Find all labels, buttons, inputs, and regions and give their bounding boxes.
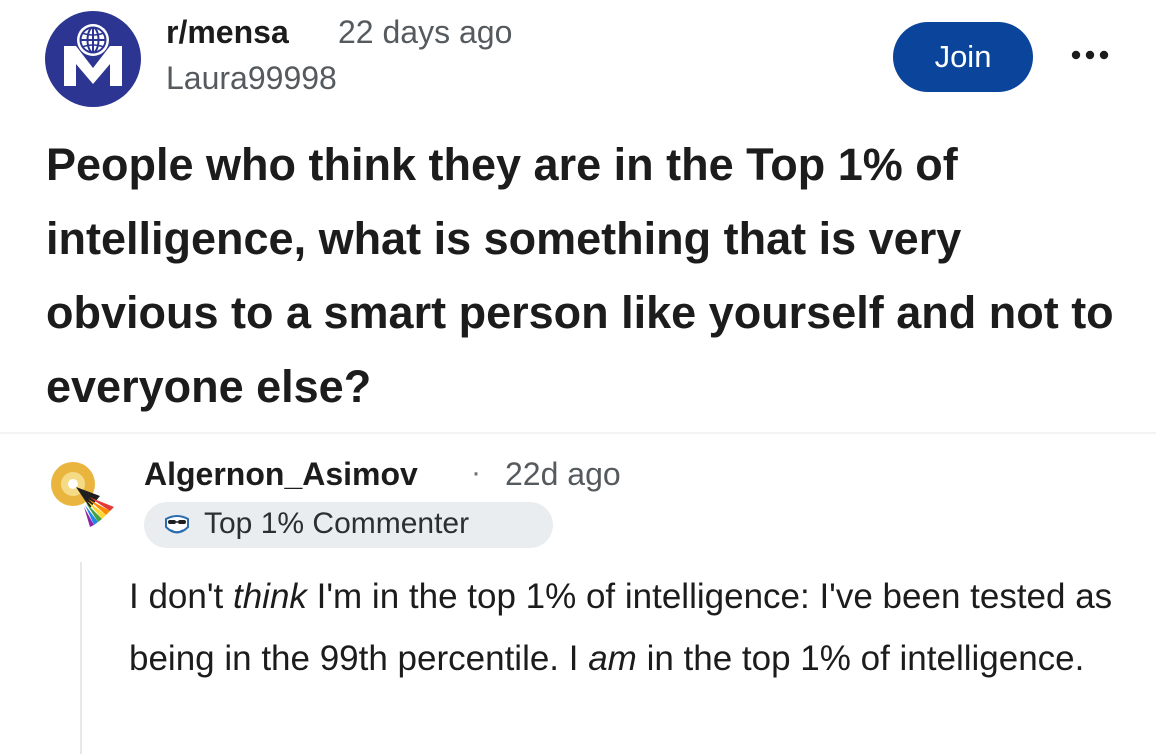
flair-label: Top 1% Commenter [204,507,470,540]
commenter-avatar[interactable] [44,452,122,530]
post-author[interactable]: Laura99998 [166,60,337,97]
top-commenter-badge-icon [162,511,192,539]
join-button[interactable]: Join [893,22,1033,92]
comment-text: in the top 1% of intelligence. [636,639,1085,678]
post-header: r/mensa 22 days ago Laura99998 Join [0,0,1156,120]
comment-emphasis: am [588,639,637,678]
post-time: 22 days ago [338,14,513,50]
comment-emphasis: think [232,577,307,616]
divider [0,432,1156,434]
comment-body: I don't think I'm in the top 1% of intel… [129,566,1129,690]
commenter-username[interactable]: Algernon_Asimov [144,456,418,493]
post-title[interactable]: People who think they are in the Top 1% … [46,128,1136,424]
thread-line[interactable] [80,562,82,754]
more-horizontal-icon [1071,50,1109,60]
mensa-logo-icon[interactable] [44,10,142,108]
more-options-button[interactable] [1060,30,1120,80]
meta-separator: · [471,456,481,489]
comment-time: 22d ago [505,456,621,492]
user-flair: Top 1% Commenter [144,502,553,548]
comment-text: I don't [129,577,233,616]
subreddit-name[interactable]: r/mensa [166,14,289,51]
